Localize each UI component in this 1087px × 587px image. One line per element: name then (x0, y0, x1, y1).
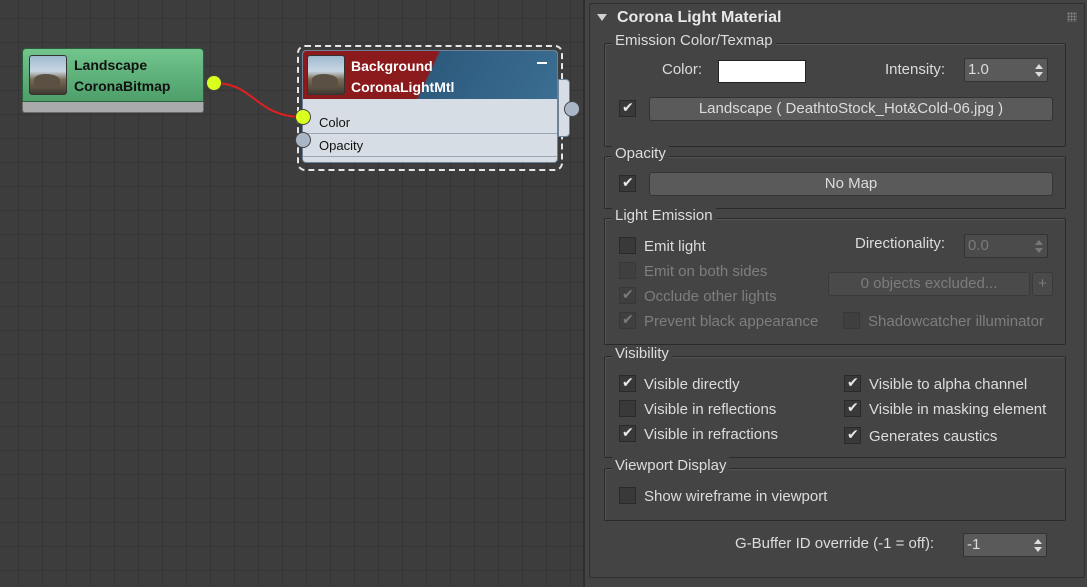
visible-alpha-checkbox[interactable] (844, 374, 861, 392)
node-title: Landscape CoronaBitmap (74, 55, 170, 97)
output-port[interactable] (206, 75, 222, 91)
emission-color-swatch[interactable] (718, 60, 806, 83)
gbuffer-label: G-Buffer ID override (-1 = off): (735, 535, 935, 552)
visible-reflections-checkbox[interactable] (619, 400, 636, 417)
emission-map-button[interactable]: Landscape ( DeathtoStock_Hot&Cold-06.jpg… (649, 97, 1053, 121)
visibility-group: Visibility Visible directly Visible in r… (604, 345, 1066, 458)
node-header[interactable]: Background CoronaLightMtl (303, 51, 557, 99)
landscape-thumbnail (29, 55, 67, 95)
generates-caustics-checkbox[interactable] (844, 426, 861, 444)
emission-map-checkbox[interactable] (619, 99, 636, 117)
visible-masking-label: Visible in masking element (869, 401, 1047, 418)
group-label: Light Emission (612, 207, 716, 224)
generates-caustics-label: Generates caustics (869, 428, 998, 445)
show-wireframe-label: Show wireframe in viewport (644, 488, 828, 505)
excluded-objects-button[interactable]: 0 objects excluded... (828, 272, 1030, 296)
light-material-node[interactable]: Background CoronaLightMtl Color Opacity (295, 45, 580, 173)
emit-both-sides-label: Emit on both sides (644, 263, 768, 280)
group-label: Opacity (612, 145, 669, 162)
bitmap-node[interactable]: Landscape CoronaBitmap (22, 48, 222, 118)
intensity-label: Intensity: (885, 61, 946, 78)
occlude-other-label: Occlude other lights (644, 288, 777, 305)
opacity-map-button[interactable]: No Map (649, 172, 1053, 196)
directionality-spinner[interactable]: 0.0 (964, 234, 1048, 258)
intensity-spinner[interactable]: 1.0 (964, 58, 1048, 82)
emit-light-checkbox[interactable] (619, 237, 636, 254)
visible-directly-label: Visible directly (644, 376, 740, 393)
shadowcatcher-label: Shadowcatcher illuminator (868, 313, 1044, 330)
material-thumbnail (307, 55, 345, 95)
material-parameters-panel: Corona Light Material Emission Color/Tex… (583, 0, 1087, 587)
group-label: Emission Color/Texmap (612, 32, 776, 49)
visible-refractions-label: Visible in refractions (644, 426, 778, 443)
prevent-black-checkbox[interactable] (619, 311, 636, 329)
opacity-input-port[interactable] (295, 132, 311, 148)
directionality-label: Directionality: (855, 235, 946, 252)
opacity-group: Opacity No Map (604, 145, 1066, 209)
visible-directly-checkbox[interactable] (619, 374, 636, 392)
slot-label: Color (319, 115, 351, 130)
drag-grip-icon[interactable] (1067, 12, 1077, 22)
show-wireframe-checkbox[interactable] (619, 487, 636, 504)
group-label: Visibility (612, 345, 672, 362)
prevent-black-label: Prevent black appearance (644, 313, 819, 330)
minimize-icon[interactable] (537, 62, 547, 64)
group-label: Viewport Display (612, 457, 730, 474)
add-exclusion-button[interactable]: + (1032, 272, 1053, 296)
gbuffer-value: -1 (967, 536, 981, 553)
node-title: Background CoronaLightMtl (351, 56, 454, 98)
color-input-port[interactable] (295, 109, 311, 125)
viewport-display-group: Viewport Display Show wireframe in viewp… (604, 457, 1066, 521)
slot-opacity[interactable]: Opacity (303, 134, 557, 157)
emit-light-label: Emit light (644, 238, 706, 255)
shadowcatcher-checkbox[interactable] (843, 312, 860, 329)
slot-color[interactable]: Color (303, 111, 557, 134)
spinner-arrows-icon[interactable] (1034, 539, 1042, 553)
node-name: Background (351, 58, 433, 74)
occlude-other-checkbox[interactable] (619, 286, 636, 304)
node-header[interactable]: Landscape CoronaBitmap (22, 48, 204, 102)
color-label: Color: (662, 61, 703, 78)
rollout-title[interactable]: Corona Light Material (597, 9, 781, 27)
spinner-arrows-icon[interactable] (1035, 64, 1043, 78)
node-footer (22, 101, 204, 113)
gbuffer-spinner[interactable]: -1 (963, 533, 1047, 557)
spinner-arrows-icon[interactable] (1035, 240, 1043, 254)
emission-group: Emission Color/Texmap Color: Intensity: … (604, 32, 1066, 147)
visible-reflections-label: Visible in reflections (644, 401, 777, 418)
intensity-value: 1.0 (968, 61, 989, 78)
node-type: CoronaLightMtl (351, 79, 455, 95)
directionality-value: 0.0 (968, 237, 989, 254)
node-type: CoronaBitmap (74, 78, 171, 94)
output-port[interactable] (564, 101, 580, 117)
visible-masking-checkbox[interactable] (844, 399, 861, 417)
node-name: Landscape (74, 57, 148, 73)
light-emission-group: Light Emission Emit light Emit on both s… (604, 207, 1066, 345)
opacity-map-checkbox[interactable] (619, 174, 636, 192)
emit-both-sides-checkbox[interactable] (619, 262, 636, 279)
visible-alpha-label: Visible to alpha channel (869, 376, 1028, 393)
node-editor-canvas[interactable]: Landscape CoronaBitmap Background Corona… (0, 0, 583, 587)
node-body[interactable]: Background CoronaLightMtl Color Opacity (302, 50, 558, 163)
slot-label: Opacity (319, 138, 364, 153)
visible-refractions-checkbox[interactable] (619, 424, 636, 442)
